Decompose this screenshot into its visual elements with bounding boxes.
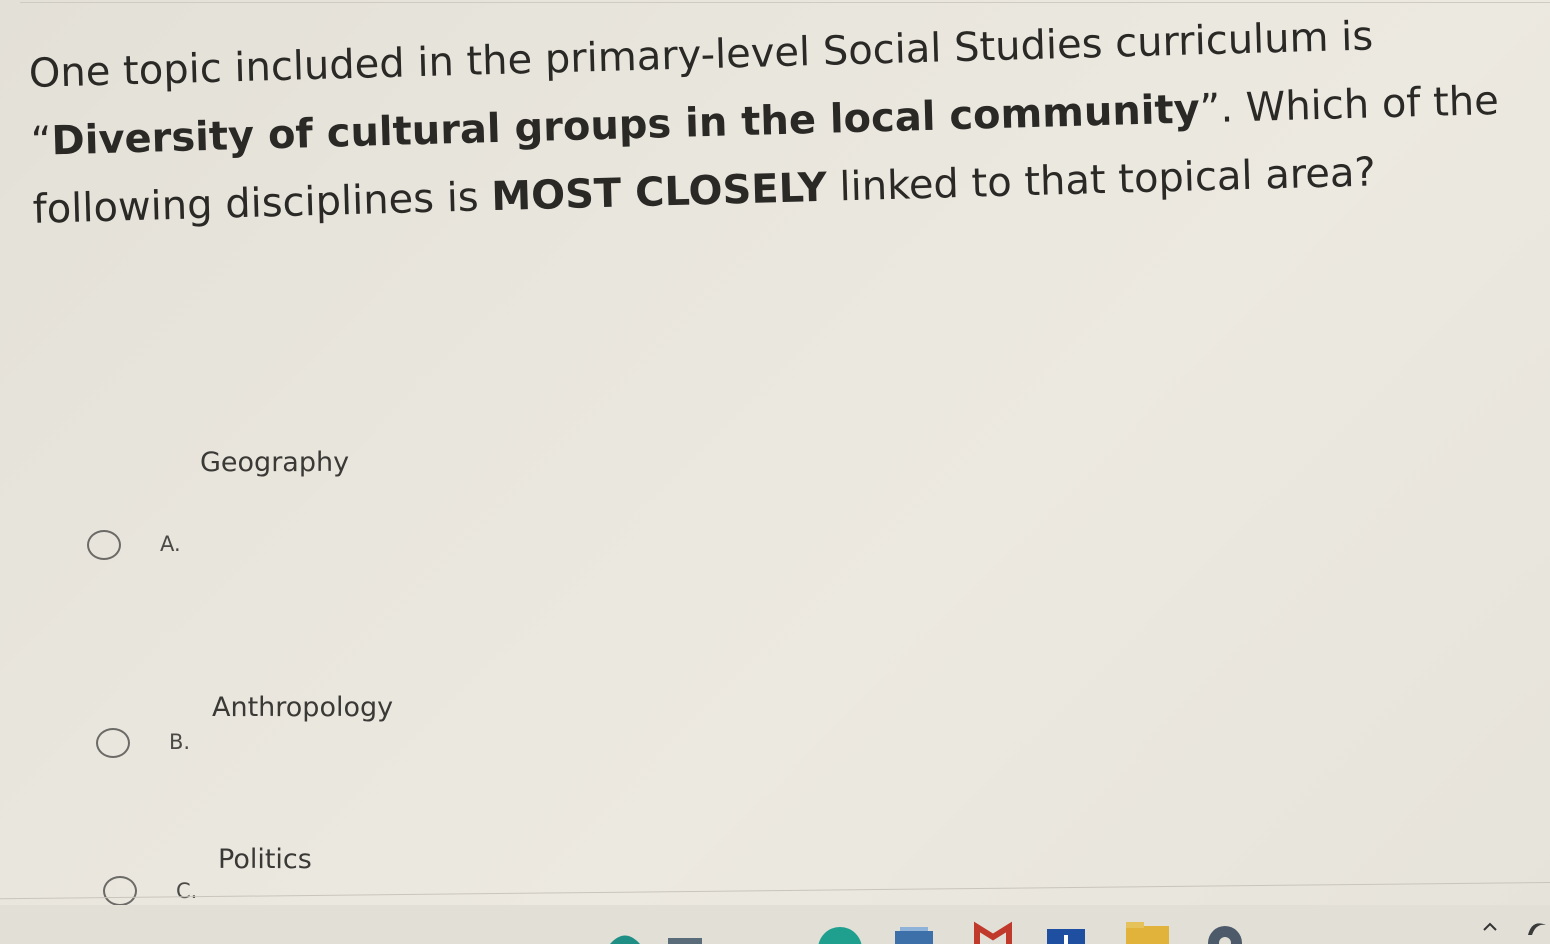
option-b-text[interactable]: Anthropology [212,692,393,723]
taskbar-left-icons [610,927,862,944]
question-part-3: linked to that topical area? [826,149,1377,211]
option-b-letter: B. [169,730,191,754]
system-tray [1483,922,1546,935]
taskbar-right-icons [895,921,1242,944]
mail-icon[interactable] [668,938,702,944]
edge-icon[interactable] [1528,923,1546,935]
chevron-up-icon[interactable] [1483,922,1497,931]
file-explorer-icon[interactable] [1126,922,1169,944]
file-icon[interactable] [895,927,933,944]
option-a-letter: A. [160,532,181,556]
question-topic-bold: Diversity of cultural groups in the loca… [50,86,1201,165]
gmail-icon[interactable] [974,921,1012,944]
option-c-text[interactable]: Politics [218,844,312,875]
question-emphasis-bold: MOST CLOSELY [490,164,828,221]
bottom-divider [0,882,1550,900]
option-b-radio[interactable] [96,728,130,758]
teal-app-icon[interactable] [610,935,640,944]
top-divider [20,2,1550,3]
settings-icon[interactable] [1208,926,1242,944]
option-c-radio[interactable] [103,876,137,906]
taskbar [0,905,1550,944]
option-c-letter: C. [176,879,198,903]
teal-circle-icon[interactable] [818,927,862,944]
question-text: One topic included in the primary-level … [28,0,1533,244]
word-icon[interactable] [1047,929,1085,944]
option-a-radio[interactable] [87,530,121,560]
option-a-text[interactable]: Geography [200,447,349,478]
